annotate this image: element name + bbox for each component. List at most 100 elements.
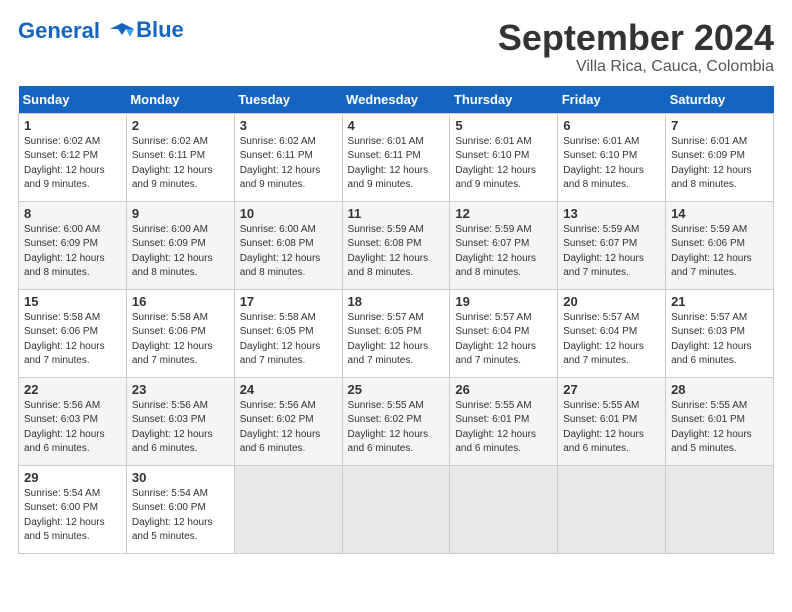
day-number: 30 xyxy=(132,470,229,485)
table-row: 16Sunrise: 5:58 AM Sunset: 6:06 PM Dayli… xyxy=(126,289,234,377)
day-number: 25 xyxy=(348,382,445,397)
day-info: Sunrise: 5:57 AM Sunset: 6:04 PM Dayligh… xyxy=(455,311,552,369)
week-row: 29 Sunrise: 5:54 AM Sunset: 6:00 PM Dayli… xyxy=(19,465,774,553)
day-number: 23 xyxy=(132,382,229,397)
table-row: 12 Sunrise: 5:59 AM Sunset: 6:07 PM Dayli… xyxy=(450,201,558,289)
day-info: Sunrise: 6:02 AM Sunset: 6:11 PM Dayligh… xyxy=(240,135,337,193)
day-info: Sunrise: 5:54 AM Sunset: 6:00 PM Dayligh… xyxy=(24,487,121,545)
table-row: 26 Sunrise: 5:55 AM Sunset: 6:01 PM Dayli… xyxy=(450,377,558,465)
day-info: Sunrise: 5:58 AM Sunset: 6:05 PM Dayligh… xyxy=(240,311,337,369)
table-row xyxy=(342,465,450,553)
day-number: 20 xyxy=(563,294,660,309)
table-row: 7 Sunrise: 6:01 AM Sunset: 6:09 PM Daylig… xyxy=(666,113,774,201)
day-number: 12 xyxy=(455,206,552,221)
table-row: 18Sunrise: 5:57 AM Sunset: 6:05 PM Dayli… xyxy=(342,289,450,377)
day-number: 14 xyxy=(671,206,768,221)
table-row: 24 Sunrise: 5:56 AM Sunset: 6:02 PM Dayli… xyxy=(234,377,342,465)
table-row: 17 Sunrise: 5:58 AM Sunset: 6:05 PM Dayli… xyxy=(234,289,342,377)
col-sunday: Sunday xyxy=(19,86,127,114)
col-thursday: Thursday xyxy=(450,86,558,114)
day-number: 10 xyxy=(240,206,337,221)
day-info: Sunrise: 6:01 AM Sunset: 6:10 PM Dayligh… xyxy=(563,135,660,193)
table-row: 22 Sunrise: 5:56 AM Sunset: 6:03 PM Dayli… xyxy=(19,377,127,465)
col-friday: Friday xyxy=(558,86,666,114)
day-info: Sunrise: 6:02 AM Sunset: 6:12 PM Dayligh… xyxy=(24,135,121,193)
day-number: 28 xyxy=(671,382,768,397)
week-row: 1Sunrise: 6:02 AM Sunset: 6:12 PM Daylig… xyxy=(19,113,774,201)
table-row: 10 Sunrise: 6:00 AM Sunset: 6:08 PM Dayli… xyxy=(234,201,342,289)
table-row: 4 Sunrise: 6:01 AM Sunset: 6:11 PM Daylig… xyxy=(342,113,450,201)
col-tuesday: Tuesday xyxy=(234,86,342,114)
day-info: Sunrise: 5:55 AM Sunset: 6:01 PM Dayligh… xyxy=(455,399,552,457)
table-row: 5Sunrise: 6:01 AM Sunset: 6:10 PM Daylig… xyxy=(450,113,558,201)
table-row: 15Sunrise: 5:58 AM Sunset: 6:06 PM Dayli… xyxy=(19,289,127,377)
table-row: 27 Sunrise: 5:55 AM Sunset: 6:01 PM Dayli… xyxy=(558,377,666,465)
table-row: 2Sunrise: 6:02 AM Sunset: 6:11 PM Daylig… xyxy=(126,113,234,201)
day-info: Sunrise: 6:01 AM Sunset: 6:10 PM Dayligh… xyxy=(455,135,552,193)
day-number: 16 xyxy=(132,294,229,309)
col-saturday: Saturday xyxy=(666,86,774,114)
day-info: Sunrise: 5:59 AM Sunset: 6:08 PM Dayligh… xyxy=(348,223,445,281)
day-number: 21 xyxy=(671,294,768,309)
logo-blue: Blue xyxy=(136,17,184,42)
day-info: Sunrise: 5:59 AM Sunset: 6:06 PM Dayligh… xyxy=(671,223,768,281)
table-row: 30 Sunrise: 5:54 AM Sunset: 6:00 PM Dayli… xyxy=(126,465,234,553)
table-row: 13 Sunrise: 5:59 AM Sunset: 6:07 PM Dayli… xyxy=(558,201,666,289)
week-row: 22 Sunrise: 5:56 AM Sunset: 6:03 PM Dayli… xyxy=(19,377,774,465)
day-info: Sunrise: 6:00 AM Sunset: 6:08 PM Dayligh… xyxy=(240,223,337,281)
day-number: 27 xyxy=(563,382,660,397)
calendar-table: Sunday Monday Tuesday Wednesday Thursday… xyxy=(18,86,774,554)
day-info: Sunrise: 5:55 AM Sunset: 6:01 PM Dayligh… xyxy=(563,399,660,457)
day-number: 26 xyxy=(455,382,552,397)
day-number: 11 xyxy=(348,206,445,221)
table-row: 6Sunrise: 6:01 AM Sunset: 6:10 PM Daylig… xyxy=(558,113,666,201)
day-info: Sunrise: 5:55 AM Sunset: 6:01 PM Dayligh… xyxy=(671,399,768,457)
table-row: 29 Sunrise: 5:54 AM Sunset: 6:00 PM Dayli… xyxy=(19,465,127,553)
table-row: 9Sunrise: 6:00 AM Sunset: 6:09 PM Daylig… xyxy=(126,201,234,289)
logo-text: General Blue xyxy=(18,18,184,43)
day-number: 15 xyxy=(24,294,121,309)
table-row: 28 Sunrise: 5:55 AM Sunset: 6:01 PM Dayli… xyxy=(666,377,774,465)
day-number: 17 xyxy=(240,294,337,309)
table-row xyxy=(558,465,666,553)
table-row: 3 Sunrise: 6:02 AM Sunset: 6:11 PM Daylig… xyxy=(234,113,342,201)
logo-general: General xyxy=(18,18,100,43)
day-number: 13 xyxy=(563,206,660,221)
day-info: Sunrise: 5:56 AM Sunset: 6:03 PM Dayligh… xyxy=(132,399,229,457)
table-row xyxy=(234,465,342,553)
day-info: Sunrise: 5:56 AM Sunset: 6:03 PM Dayligh… xyxy=(24,399,121,457)
table-row: 8Sunrise: 6:00 AM Sunset: 6:09 PM Daylig… xyxy=(19,201,127,289)
day-number: 22 xyxy=(24,382,121,397)
table-row: 23 Sunrise: 5:56 AM Sunset: 6:03 PM Dayli… xyxy=(126,377,234,465)
day-info: Sunrise: 5:56 AM Sunset: 6:02 PM Dayligh… xyxy=(240,399,337,457)
day-info: Sunrise: 5:54 AM Sunset: 6:00 PM Dayligh… xyxy=(132,487,229,545)
day-number: 7 xyxy=(671,118,768,133)
day-number: 9 xyxy=(132,206,229,221)
calendar-body: 1Sunrise: 6:02 AM Sunset: 6:12 PM Daylig… xyxy=(19,113,774,553)
day-info: Sunrise: 5:59 AM Sunset: 6:07 PM Dayligh… xyxy=(563,223,660,281)
day-number: 4 xyxy=(348,118,445,133)
table-row xyxy=(666,465,774,553)
week-row: 15Sunrise: 5:58 AM Sunset: 6:06 PM Dayli… xyxy=(19,289,774,377)
week-row: 8Sunrise: 6:00 AM Sunset: 6:09 PM Daylig… xyxy=(19,201,774,289)
day-number: 2 xyxy=(132,118,229,133)
title-block: September 2024 Villa Rica, Cauca, Colomb… xyxy=(498,18,774,76)
day-number: 24 xyxy=(240,382,337,397)
day-info: Sunrise: 6:01 AM Sunset: 6:11 PM Dayligh… xyxy=(348,135,445,193)
day-number: 29 xyxy=(24,470,121,485)
table-row: 20Sunrise: 5:57 AM Sunset: 6:04 PM Dayli… xyxy=(558,289,666,377)
month-title: September 2024 xyxy=(498,18,774,58)
table-row: 1Sunrise: 6:02 AM Sunset: 6:12 PM Daylig… xyxy=(19,113,127,201)
table-row: 21 Sunrise: 5:57 AM Sunset: 6:03 PM Dayli… xyxy=(666,289,774,377)
day-info: Sunrise: 5:57 AM Sunset: 6:03 PM Dayligh… xyxy=(671,311,768,369)
day-info: Sunrise: 5:59 AM Sunset: 6:07 PM Dayligh… xyxy=(455,223,552,281)
day-number: 3 xyxy=(240,118,337,133)
page: General Blue September 2024 Villa Rica, … xyxy=(0,0,792,564)
day-info: Sunrise: 6:01 AM Sunset: 6:09 PM Dayligh… xyxy=(671,135,768,193)
col-wednesday: Wednesday xyxy=(342,86,450,114)
day-info: Sunrise: 5:57 AM Sunset: 6:05 PM Dayligh… xyxy=(348,311,445,369)
logo: General Blue xyxy=(18,18,184,43)
table-row: 25Sunrise: 5:55 AM Sunset: 6:02 PM Dayli… xyxy=(342,377,450,465)
header-row: Sunday Monday Tuesday Wednesday Thursday… xyxy=(19,86,774,114)
table-row xyxy=(450,465,558,553)
